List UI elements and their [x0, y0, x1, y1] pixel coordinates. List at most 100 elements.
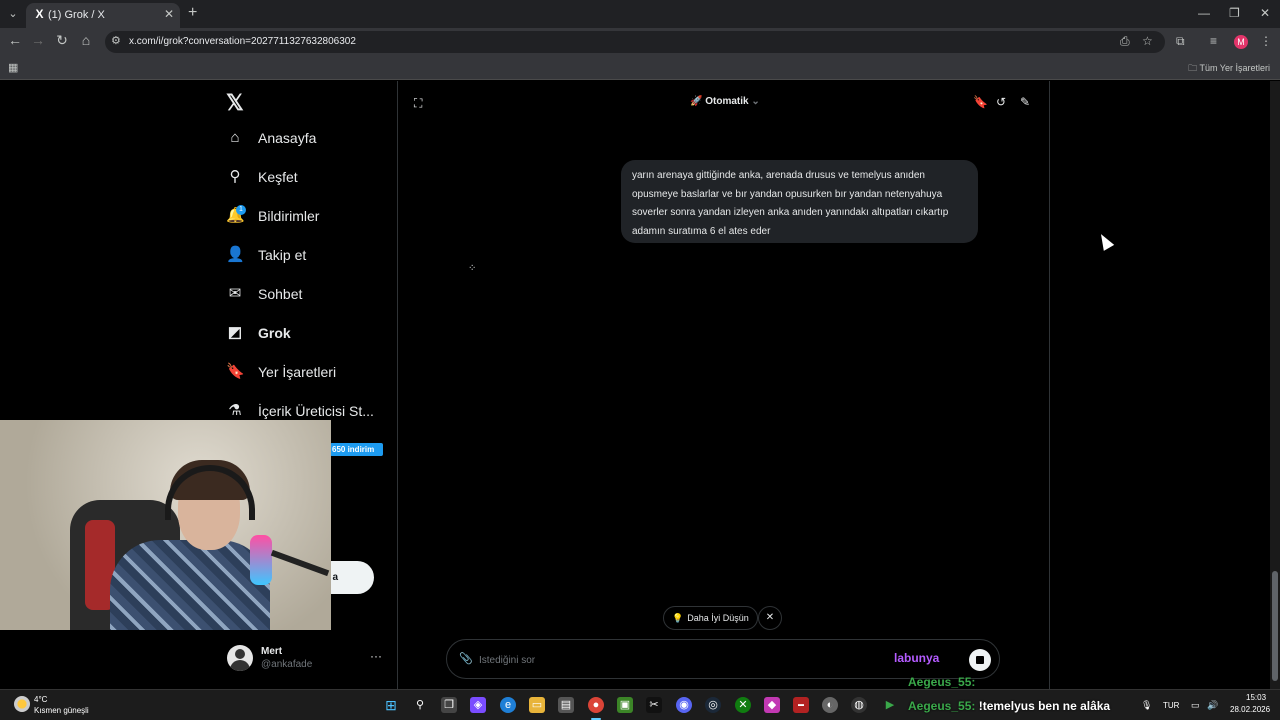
bookmark-icon: 🔖	[226, 363, 245, 380]
sidebar-item-label: Sohbet	[258, 286, 303, 302]
home-icon: ⌂	[230, 129, 240, 146]
user-message: yarın arenaya gittiğinde anka, arenada d…	[621, 160, 978, 243]
chat-user: Aegeus_55:	[908, 675, 976, 689]
steam-icon[interactable]: ◎	[705, 697, 721, 713]
tab-title: (1) Grok / X	[48, 9, 105, 21]
lightbulb-icon: 💡	[672, 612, 684, 623]
sidebar-item-label: Bildirimler	[258, 208, 320, 224]
app-icon[interactable]: ▶	[882, 697, 898, 713]
close-icon[interactable]: ✕	[758, 606, 782, 630]
windows-start-icon[interactable]: ⊞	[383, 697, 399, 713]
new-tab-icon[interactable]: +	[188, 4, 197, 22]
profile-name[interactable]: Mert	[261, 646, 282, 657]
display-icon[interactable]: ▭	[1191, 700, 1200, 711]
media-icon[interactable]: ≡	[1210, 34, 1217, 48]
apps-grid-icon[interactable]: ▦	[8, 61, 18, 74]
maximize-icon[interactable]: ❐	[1229, 6, 1240, 20]
address-bar[interactable]: ⚙ x.com/i/grok?conversation=202771132763…	[105, 31, 1165, 53]
browser-profile-avatar[interactable]: M	[1234, 35, 1248, 49]
xbox-icon[interactable]: ✕	[735, 697, 751, 713]
chrome-icon[interactable]: ●	[588, 697, 604, 713]
divider	[1049, 81, 1050, 689]
stop-button[interactable]	[969, 649, 991, 671]
sidebar-item-label: Keşfet	[258, 169, 298, 185]
rocket-icon: 🚀	[690, 96, 703, 107]
promo-badge[interactable]: 650 indirim	[330, 443, 383, 456]
sidebar-item-chat[interactable]: ✉ Sohbet	[226, 280, 303, 308]
language-indicator[interactable]: TUR	[1163, 701, 1179, 710]
sidebar-item-follow[interactable]: 👤 Takip et	[226, 241, 306, 269]
avatar[interactable]	[227, 645, 253, 671]
tab-search-icon[interactable]: ⌄	[4, 5, 22, 23]
discord-icon[interactable]: ◉	[676, 697, 692, 713]
copilot-icon[interactable]: ◈	[470, 697, 486, 713]
scrollbar-thumb[interactable]	[1272, 571, 1278, 681]
star-icon[interactable]: ☆	[1142, 34, 1153, 48]
webcam-overlay	[0, 420, 331, 630]
chat-user: Aegeus_55:	[908, 699, 976, 713]
new-chat-icon[interactable]: ✎	[1020, 95, 1030, 109]
install-app-icon[interactable]: ⎙	[1120, 34, 1130, 49]
expand-icon[interactable]: ⛶	[414, 96, 422, 111]
chat-message: labunya	[894, 651, 939, 665]
shield-icon[interactable]: ◐	[822, 697, 838, 713]
forward-icon[interactable]: →	[29, 32, 47, 48]
sidebar-item-home[interactable]: ⌂ Anasayfa	[226, 124, 316, 152]
flask-icon: ⚗	[228, 402, 242, 419]
chevron-down-icon: ⌄	[751, 96, 760, 107]
mail-icon: ✉	[228, 285, 242, 302]
all-bookmarks-link[interactable]: 🗀 Tüm Yer İşaretleri	[1188, 61, 1270, 77]
more-icon[interactable]: ···	[370, 649, 382, 663]
divider	[397, 81, 398, 689]
app-icon[interactable]: ◆	[764, 697, 780, 713]
model-selector[interactable]: 🚀 Otomatik ⌄	[690, 96, 760, 107]
store-icon[interactable]: ▤	[558, 697, 574, 713]
back-icon[interactable]: ←	[6, 32, 24, 48]
history-icon[interactable]: ↺	[996, 95, 1006, 109]
clock-time[interactable]: 15:03	[1246, 693, 1266, 702]
reload-icon[interactable]: ↻	[53, 32, 71, 49]
browser-tab-strip: ⌄ X (1) Grok / X ✕ + — ❐ ✕	[0, 0, 1280, 28]
window-close-icon[interactable]: ✕	[1260, 6, 1270, 20]
app-icon[interactable]: ▬	[793, 697, 809, 713]
model-selector-label: Otomatik	[705, 96, 749, 107]
url-text: x.com/i/grok?conversation=20277113276328…	[129, 36, 356, 47]
weather-desc: Kısmen güneşli	[34, 706, 89, 715]
minecraft-icon[interactable]: ▣	[617, 697, 633, 713]
sidebar-item-label: İçerik Üreticisi St...	[258, 403, 374, 419]
weather-icon[interactable]	[14, 696, 30, 712]
bookmark-icon[interactable]: 🔖	[973, 95, 988, 109]
chat-message: Aegeus_55:	[908, 675, 975, 689]
site-info-icon[interactable]: ⚙	[111, 34, 121, 47]
menu-icon[interactable]: ⋮	[1260, 34, 1272, 48]
search-icon[interactable]: ⚲	[412, 697, 428, 713]
loading-icon: ⁘	[468, 263, 478, 274]
minimize-icon[interactable]: —	[1198, 6, 1210, 20]
sidebar-item-label: Grok	[258, 325, 291, 341]
attach-icon[interactable]: 📎	[459, 652, 473, 665]
profile-handle: @ankafade	[261, 659, 313, 670]
microphone-icon[interactable]: 🎙	[1141, 700, 1152, 711]
volume-icon[interactable]: 🔊	[1207, 700, 1218, 711]
clock-date[interactable]: 28.02.2026	[1230, 705, 1270, 714]
tab-close-icon[interactable]: ✕	[164, 7, 174, 21]
add-user-icon: 👤	[226, 246, 245, 263]
sidebar-item-label: Takip et	[258, 247, 307, 263]
file-explorer-icon[interactable]: ▭	[529, 697, 545, 713]
all-bookmarks-label: Tüm Yer İşaretleri	[1199, 63, 1270, 73]
sidebar-item-grok[interactable]: ◩ Grok	[226, 319, 291, 347]
browser-toolbar: ← → ↻ ⌂ ⚙ x.com/i/grok?conversation=2027…	[0, 28, 1280, 56]
extensions-icon[interactable]: ⧉	[1176, 34, 1185, 49]
task-view-icon[interactable]: ❐	[441, 697, 457, 713]
capcut-icon[interactable]: ✂	[646, 697, 662, 713]
sidebar-item-bookmarks[interactable]: 🔖 Yer İşaretleri	[226, 358, 336, 386]
prompt-input[interactable]	[479, 651, 879, 669]
home-icon[interactable]: ⌂	[77, 32, 95, 48]
obs-icon[interactable]: ◍	[851, 697, 867, 713]
scrollbar[interactable]	[1270, 81, 1280, 689]
think-harder-button[interactable]: 💡 Daha İyi Düşün	[663, 606, 758, 630]
edge-icon[interactable]: e	[500, 697, 516, 713]
browser-tab[interactable]: X (1) Grok / X ✕	[26, 3, 180, 28]
sidebar-item-explore[interactable]: ⚲ Keşfet	[226, 163, 298, 191]
x-logo-icon[interactable]: 𝕏	[226, 90, 244, 116]
